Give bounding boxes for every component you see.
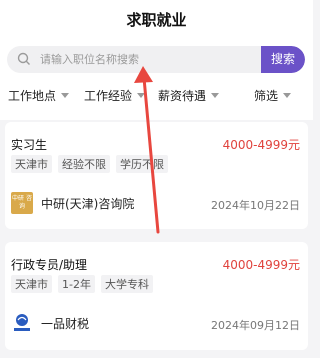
tag-education: 大学专科	[100, 275, 153, 293]
company-logo-icon	[14, 314, 30, 331]
filter-experience[interactable]: 工作经验	[84, 87, 146, 104]
filter-salary[interactable]: 薪资待遇	[158, 87, 220, 104]
search-input[interactable]: 请输入职位名称搜索	[40, 51, 139, 67]
filter-more[interactable]: 筛选	[254, 87, 292, 104]
page-title: 求职就业	[126, 11, 187, 29]
filter-experience-label: 工作经验	[84, 89, 133, 103]
job-tags: 天津市 经验不限 学历不限	[11, 155, 168, 173]
filter-bar: 工作地点 工作经验 薪资待遇 筛选	[0, 87, 313, 105]
post-date: 2024年10月22日	[211, 199, 300, 212]
company-row: 中研 咨询 中研(天津)咨询院	[11, 192, 134, 214]
caret-down-icon	[211, 93, 220, 98]
caret-down-icon	[137, 93, 146, 98]
tag-experience: 1-2年	[58, 275, 95, 293]
search-bar[interactable]: 请输入职位名称搜索 搜索	[7, 46, 305, 73]
search-icon	[17, 52, 30, 65]
job-card[interactable]: 实习生 4000-4999元 天津市 经验不限 学历不限 中研 咨询 中研(天津…	[5, 122, 308, 229]
caret-down-icon	[283, 93, 292, 98]
caret-down-icon	[61, 93, 70, 98]
job-salary: 4000-4999元	[222, 138, 300, 152]
filter-location[interactable]: 工作地点	[8, 87, 70, 104]
company-logo: 中研 咨询	[11, 192, 33, 214]
job-card[interactable]: 行政专员/助理 4000-4999元 天津市 1-2年 大学专科 一品财税 20…	[5, 242, 308, 350]
job-title: 实习生	[11, 138, 48, 152]
company-name: 一品财税	[41, 316, 90, 331]
filter-salary-label: 薪资待遇	[158, 89, 207, 103]
job-tags: 天津市 1-2年 大学专科	[11, 275, 153, 293]
tag-location: 天津市	[11, 155, 52, 173]
filter-location-label: 工作地点	[8, 89, 57, 103]
post-date: 2024年09月12日	[211, 319, 300, 332]
filter-more-label: 筛选	[254, 89, 279, 103]
tag-experience: 经验不限	[58, 155, 110, 173]
company-logo	[11, 312, 33, 334]
job-title: 行政专员/助理	[11, 258, 88, 272]
tag-location: 天津市	[11, 275, 52, 293]
company-name: 中研(天津)咨询院	[41, 196, 135, 211]
company-row: 一品财税	[11, 312, 89, 334]
top-bar: 求职就业 请输入职位名称搜索 搜索 工作地点 工作经验 薪资待遇 筛选	[0, 0, 313, 120]
job-salary: 4000-4999元	[222, 258, 300, 272]
search-button[interactable]: 搜索	[261, 46, 305, 73]
tag-education: 学历不限	[116, 155, 168, 173]
